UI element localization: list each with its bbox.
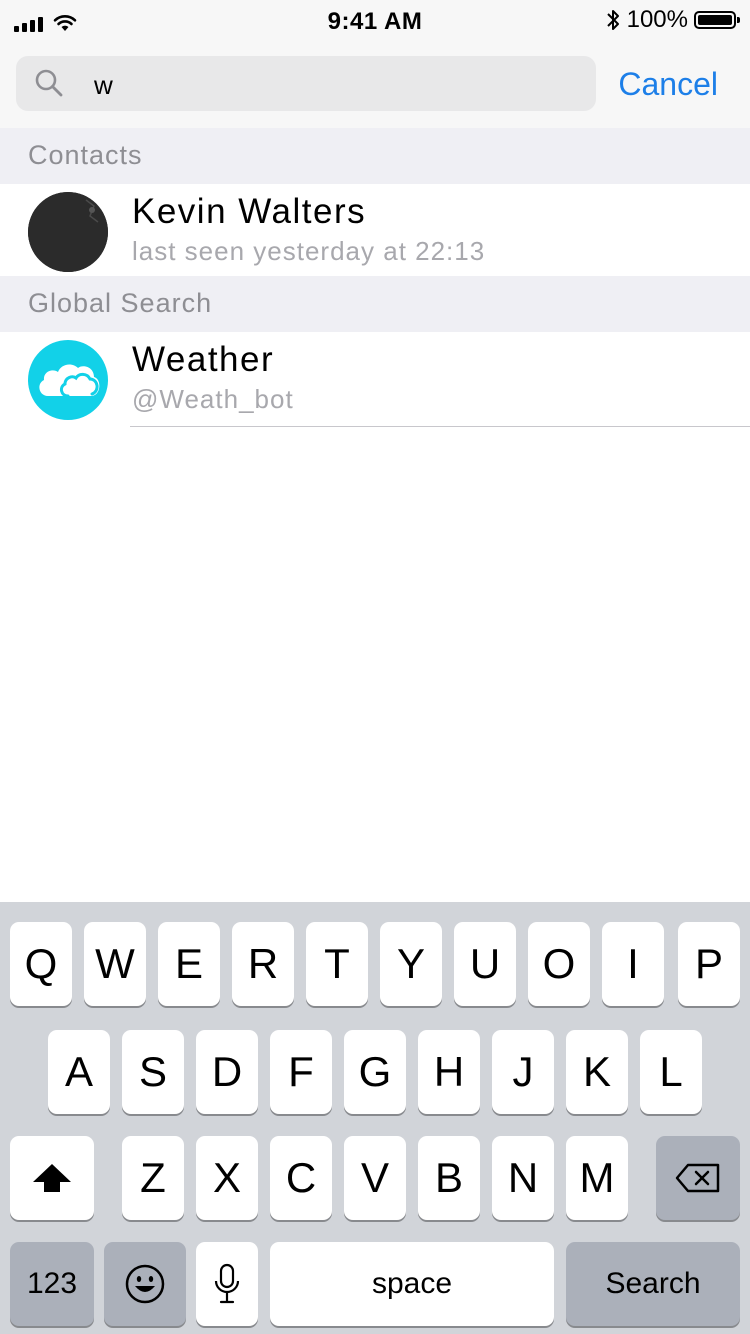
section-header-label: Global Search xyxy=(28,288,213,318)
contact-status: last seen yesterday at 22:13 xyxy=(132,236,486,266)
key-g[interactable]: G xyxy=(344,1030,406,1114)
section-header-global-search: Global Search xyxy=(0,276,750,332)
bluetooth-icon xyxy=(606,10,619,30)
delete-key[interactable] xyxy=(656,1136,740,1220)
search-icon xyxy=(35,69,63,97)
avatar-photo xyxy=(28,192,108,272)
search-key[interactable]: Search xyxy=(566,1242,740,1326)
status-bar: 9:41 AM 100% xyxy=(0,0,750,40)
key-b[interactable]: B xyxy=(418,1136,480,1220)
shift-key[interactable] xyxy=(10,1136,94,1220)
shift-arrow-icon xyxy=(33,1164,71,1192)
key-m[interactable]: M xyxy=(566,1136,628,1220)
search-query-text[interactable]: w xyxy=(94,70,113,101)
key-k[interactable]: K xyxy=(566,1030,628,1114)
key-e[interactable]: E xyxy=(158,922,220,1006)
key-f[interactable]: F xyxy=(270,1030,332,1114)
key-l[interactable]: L xyxy=(640,1030,702,1114)
battery-percentage: 100% xyxy=(626,6,688,33)
microphone-icon xyxy=(214,1263,240,1304)
key-c[interactable]: C xyxy=(270,1136,332,1220)
avatar xyxy=(28,340,108,420)
status-right: 100% xyxy=(605,6,740,34)
key-q[interactable]: Q xyxy=(10,922,72,1006)
battery-icon xyxy=(694,11,740,29)
key-p[interactable]: P xyxy=(678,922,740,1006)
cloud-icon xyxy=(39,364,100,398)
key-s[interactable]: S xyxy=(122,1030,184,1114)
key-w[interactable]: W xyxy=(84,922,146,1006)
cancel-button[interactable]: Cancel xyxy=(618,66,718,103)
row-separator xyxy=(130,426,750,427)
key-y[interactable]: Y xyxy=(380,922,442,1006)
dictation-key[interactable] xyxy=(196,1242,258,1326)
key-v[interactable]: V xyxy=(344,1136,406,1220)
section-header-label: Contacts xyxy=(28,140,143,170)
avatar xyxy=(28,192,108,272)
numbers-key[interactable]: 123 xyxy=(10,1242,94,1326)
key-d[interactable]: D xyxy=(196,1030,258,1114)
search-input[interactable]: w xyxy=(16,56,596,111)
search-header: w Cancel xyxy=(0,40,750,128)
emoji-key[interactable] xyxy=(104,1242,186,1326)
bot-name: Weather xyxy=(132,340,275,379)
key-j[interactable]: J xyxy=(492,1030,554,1114)
battery-fill xyxy=(698,15,732,25)
contact-name: Kevin Walters xyxy=(132,192,367,231)
key-x[interactable]: X xyxy=(196,1136,258,1220)
key-o[interactable]: O xyxy=(528,922,590,1006)
section-header-contacts: Contacts xyxy=(0,128,750,184)
key-a[interactable]: A xyxy=(48,1030,110,1114)
key-r[interactable]: R xyxy=(232,922,294,1006)
key-h[interactable]: H xyxy=(418,1030,480,1114)
space-key[interactable]: space xyxy=(270,1242,554,1326)
key-t[interactable]: T xyxy=(306,922,368,1006)
list-item[interactable]: Kevin Walters last seen yesterday at 22:… xyxy=(0,184,750,276)
keyboard: Q W E R T Y U O I P A S D F G H J K L Z … xyxy=(0,902,750,1334)
list-item[interactable]: Weather @Weath_bot xyxy=(0,332,750,427)
key-n[interactable]: N xyxy=(492,1136,554,1220)
emoji-icon xyxy=(125,1264,165,1304)
key-u[interactable]: U xyxy=(454,922,516,1006)
bot-username: @Weath_bot xyxy=(132,384,294,414)
key-z[interactable]: Z xyxy=(122,1136,184,1220)
key-i[interactable]: I xyxy=(602,922,664,1006)
backspace-icon xyxy=(675,1163,720,1193)
